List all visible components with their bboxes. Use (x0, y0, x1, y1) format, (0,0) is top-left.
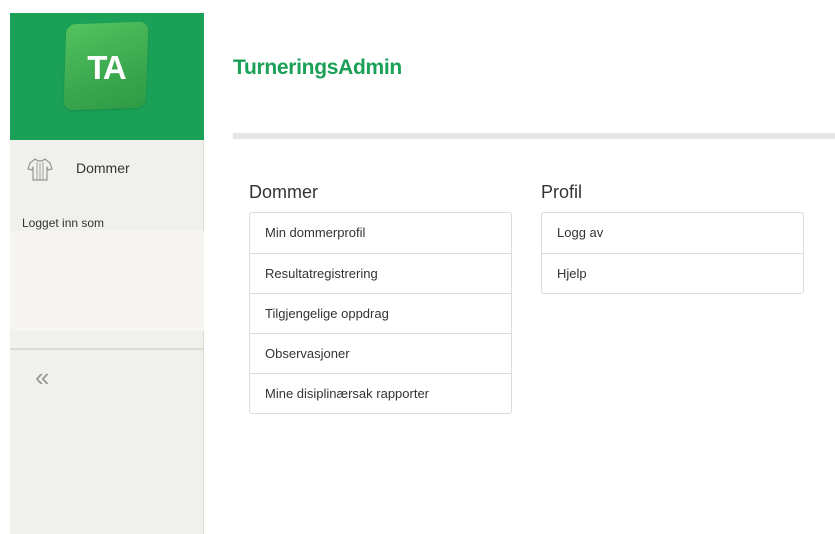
logo-area: TA (10, 13, 204, 140)
menu-item-disiplinaersak-rapporter[interactable]: Mine disiplinærsak rapporter (250, 373, 511, 413)
sidebar-divider (10, 348, 204, 350)
dommer-menu: Min dommerprofil Resultatregistrering Ti… (249, 212, 512, 414)
menu-item-hjelp[interactable]: Hjelp (542, 253, 803, 293)
app-title: TurneringsAdmin (233, 56, 402, 79)
logo-text: TA (87, 49, 127, 86)
menu-item-logg-av[interactable]: Logg av (542, 213, 803, 253)
user-info-box (10, 231, 204, 331)
profil-menu: Logg av Hjelp (541, 212, 804, 294)
header-divider (233, 133, 835, 139)
profil-heading: Profil (541, 182, 583, 202)
logged-in-label: Logget inn som (22, 216, 105, 230)
menu-item-tilgjengelige-oppdrag[interactable]: Tilgjengelige oppdrag (250, 293, 511, 333)
menu-item-min-dommerprofil[interactable]: Min dommerprofil (250, 213, 511, 253)
dommer-heading: Dommer (249, 182, 319, 202)
sidebar-item-role[interactable]: Dommer (10, 140, 204, 200)
sidebar: TA Dommer Logget inn som « (10, 13, 204, 534)
double-chevron-left-icon[interactable]: « (35, 364, 49, 390)
sidebar-item-label: Dommer (76, 160, 130, 176)
menu-item-observasjoner[interactable]: Observasjoner (250, 333, 511, 373)
menu-item-resultatregistrering[interactable]: Resultatregistrering (250, 253, 511, 293)
shirt-icon (27, 158, 53, 181)
